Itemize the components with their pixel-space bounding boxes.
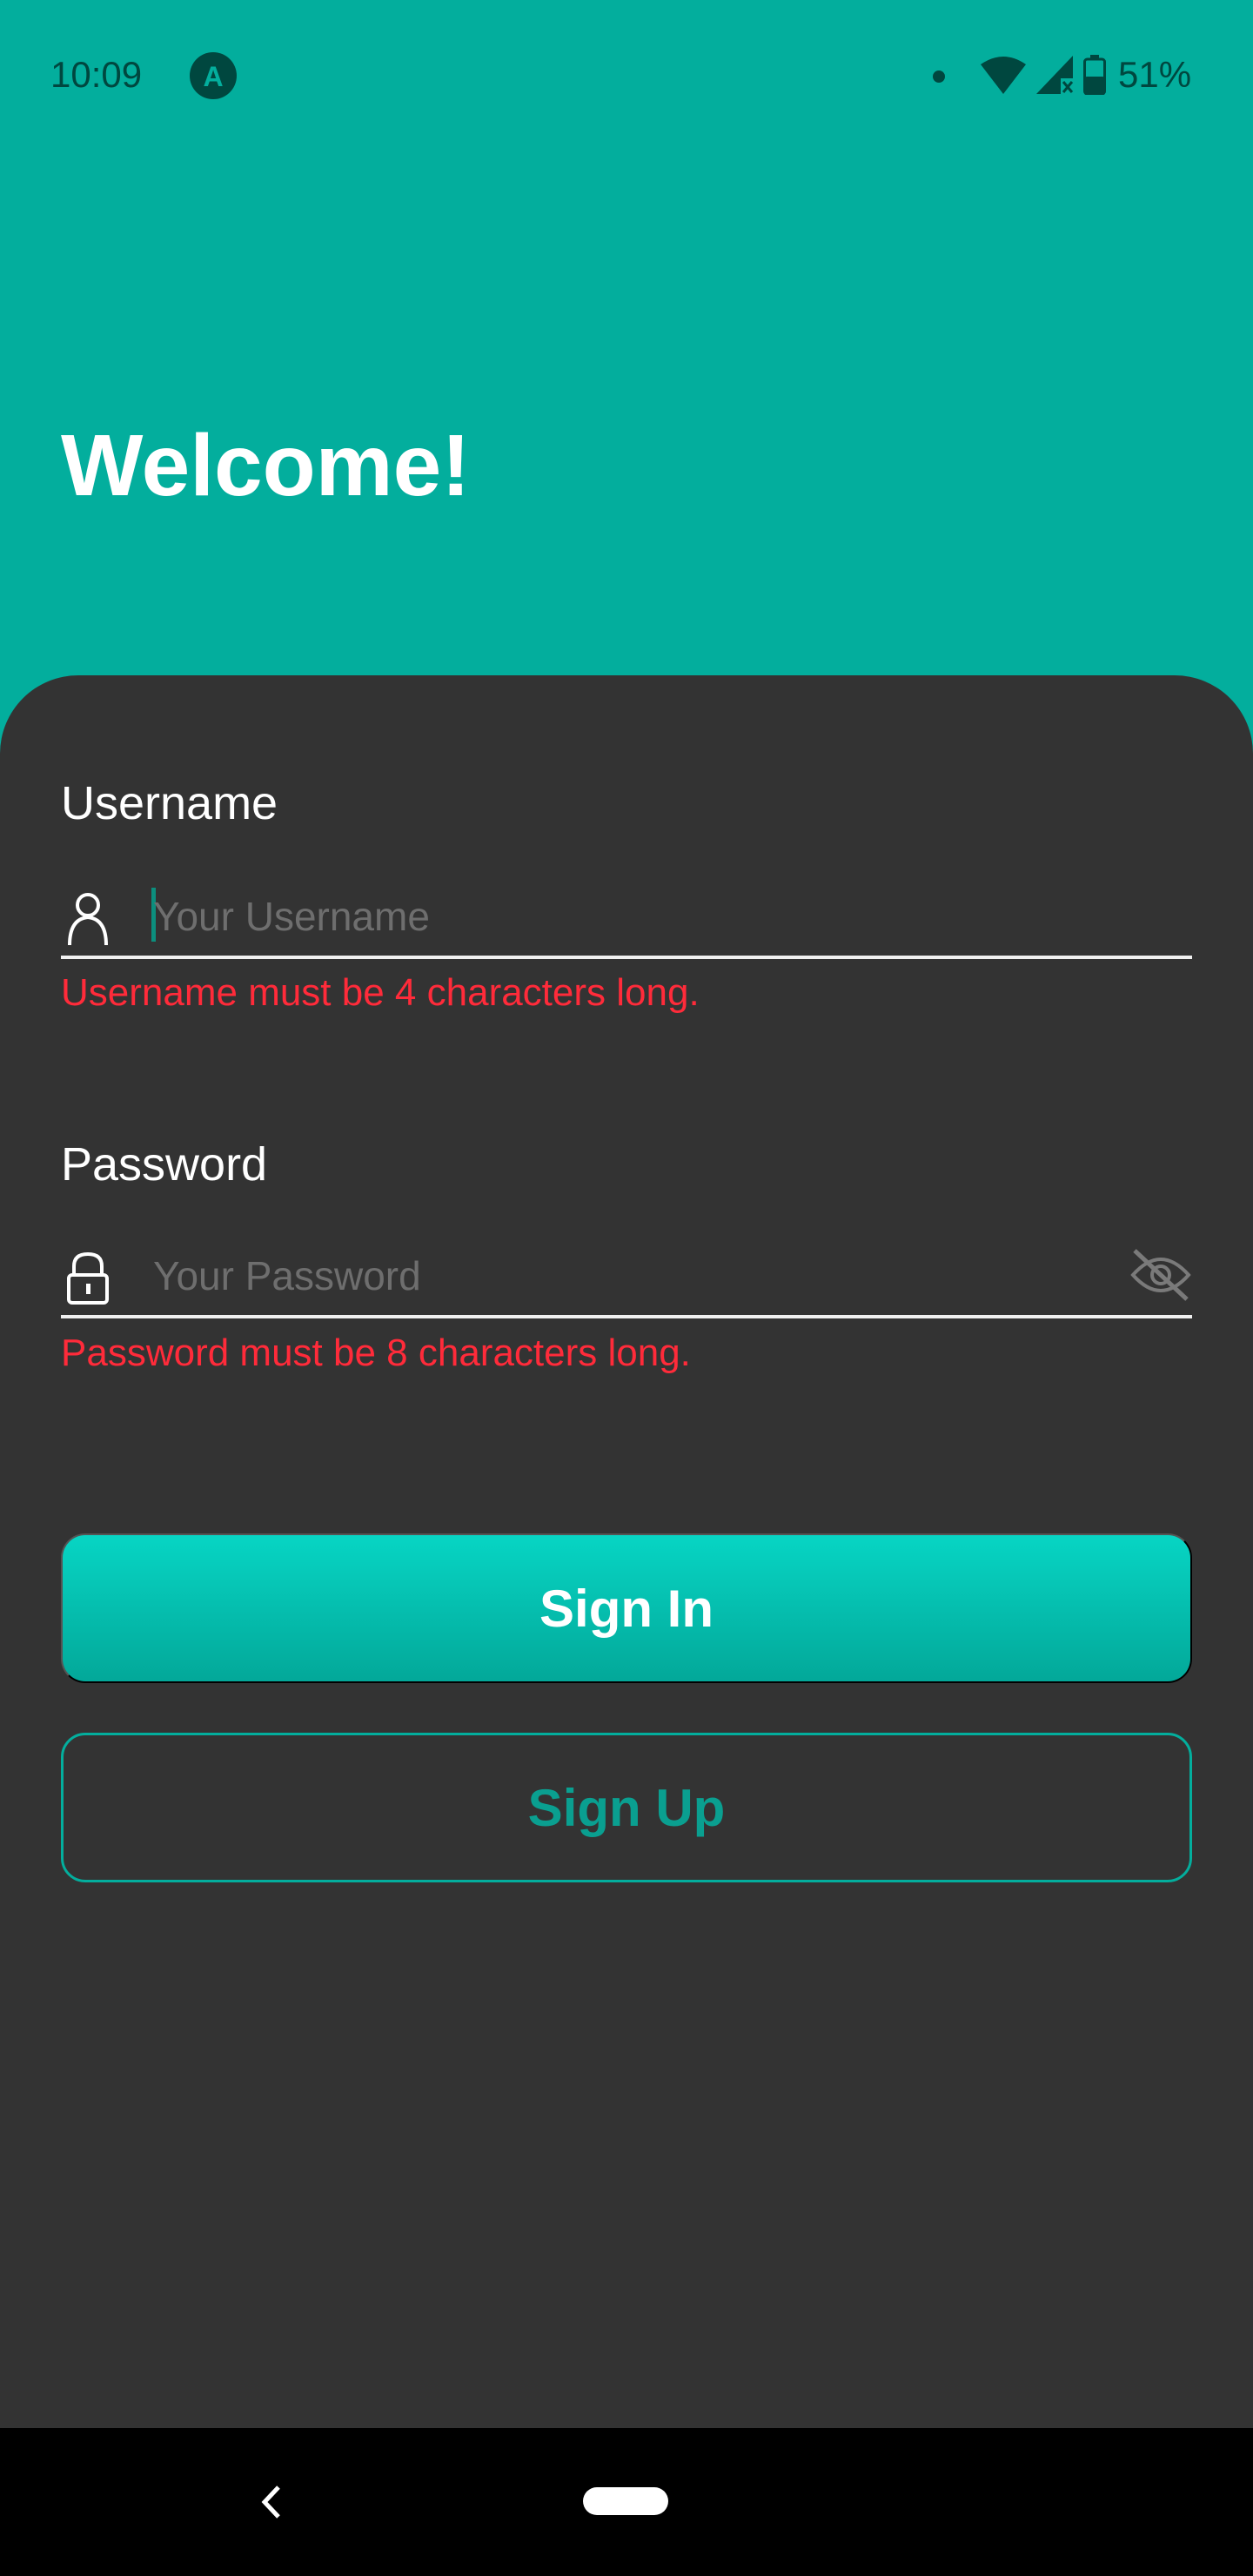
signal-no-service-icon xyxy=(1036,56,1074,94)
notification-dot-icon xyxy=(933,70,945,83)
password-error: Password must be 8 characters long. xyxy=(61,1332,691,1374)
status-time: 10:09 xyxy=(50,54,143,95)
status-bar: 10:09 A 51% xyxy=(0,0,1253,148)
username-label: Username xyxy=(61,777,278,829)
user-icon xyxy=(68,893,108,946)
battery-percent: 51% xyxy=(1118,54,1192,95)
home-pill-button[interactable] xyxy=(583,2487,668,2515)
sign-up-button[interactable]: Sign Up xyxy=(61,1733,1192,1882)
battery-icon xyxy=(1083,55,1106,95)
app-notification-icon: A xyxy=(190,52,237,99)
wifi-icon xyxy=(981,57,1026,94)
sign-in-button[interactable]: Sign In xyxy=(61,1533,1192,1683)
eye-off-icon[interactable] xyxy=(1129,1249,1192,1301)
lock-icon xyxy=(67,1251,109,1305)
password-label: Password xyxy=(61,1138,268,1191)
username-placeholder: Your Username xyxy=(153,894,430,939)
username-input[interactable]: Your Username xyxy=(61,872,1192,959)
username-error: Username must be 4 characters long. xyxy=(61,971,700,1014)
password-input[interactable]: Your Password xyxy=(61,1231,1192,1318)
password-placeholder: Your Password xyxy=(153,1253,421,1298)
back-icon[interactable] xyxy=(254,2480,289,2524)
page-title: Welcome! xyxy=(61,417,471,514)
